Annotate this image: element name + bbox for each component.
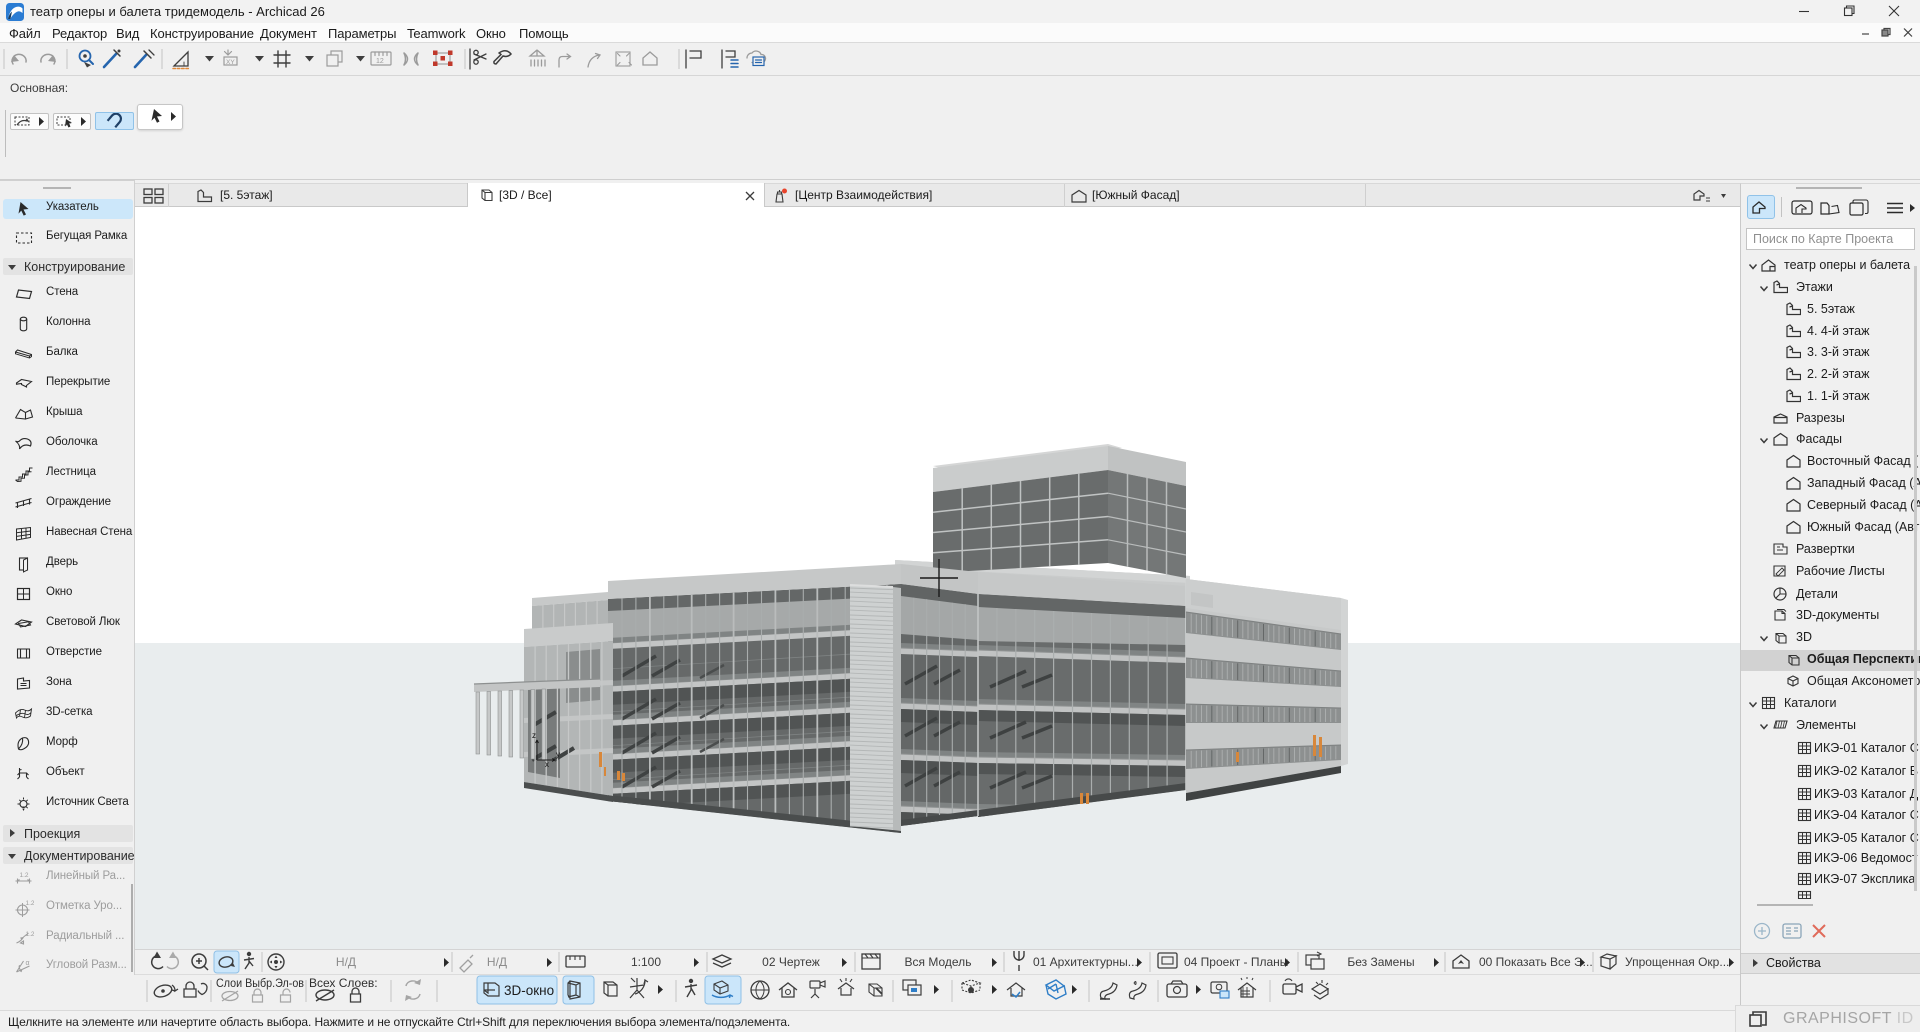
svg-text:1.2: 1.2 xyxy=(26,931,35,938)
svg-text:Упрощенная Окр...: Упрощенная Окр... xyxy=(1625,955,1729,969)
svg-text:12: 12 xyxy=(376,58,384,65)
svg-text:04 Проект - Планы: 04 Проект - Планы xyxy=(1184,955,1288,969)
svg-text:Без Замены: Без Замены xyxy=(1347,955,1414,969)
svg-text:Всех Слоев:: Всех Слоев: xyxy=(309,976,378,990)
svg-text:Вся Модель: Вся Модель xyxy=(905,955,972,969)
svg-text:Н/Д: Н/Д xyxy=(487,955,507,969)
svg-text:α: α xyxy=(26,960,30,967)
svg-text:Слои Выбр.Эл-ов: Слои Выбр.Эл-ов xyxy=(216,976,304,990)
svg-text:3D-окно: 3D-окно xyxy=(504,983,554,998)
svg-text:1.2: 1.2 xyxy=(26,900,35,907)
svg-text:x: x xyxy=(545,760,549,769)
svg-text:XY: XY xyxy=(226,59,235,66)
svg-text:00 Показать Все Э...: 00 Показать Все Э... xyxy=(1479,955,1593,969)
svg-text:02 Чертеж: 02 Чертеж xyxy=(762,955,820,969)
svg-text:1:100: 1:100 xyxy=(631,955,661,969)
svg-text:01 Архитектурны...: 01 Архитектурны... xyxy=(1033,955,1138,969)
svg-text:Н/Д: Н/Д xyxy=(336,955,356,969)
svg-text:1.2: 1.2 xyxy=(20,872,29,879)
svg-text:y: y xyxy=(556,750,560,759)
svg-text:z: z xyxy=(532,731,536,740)
